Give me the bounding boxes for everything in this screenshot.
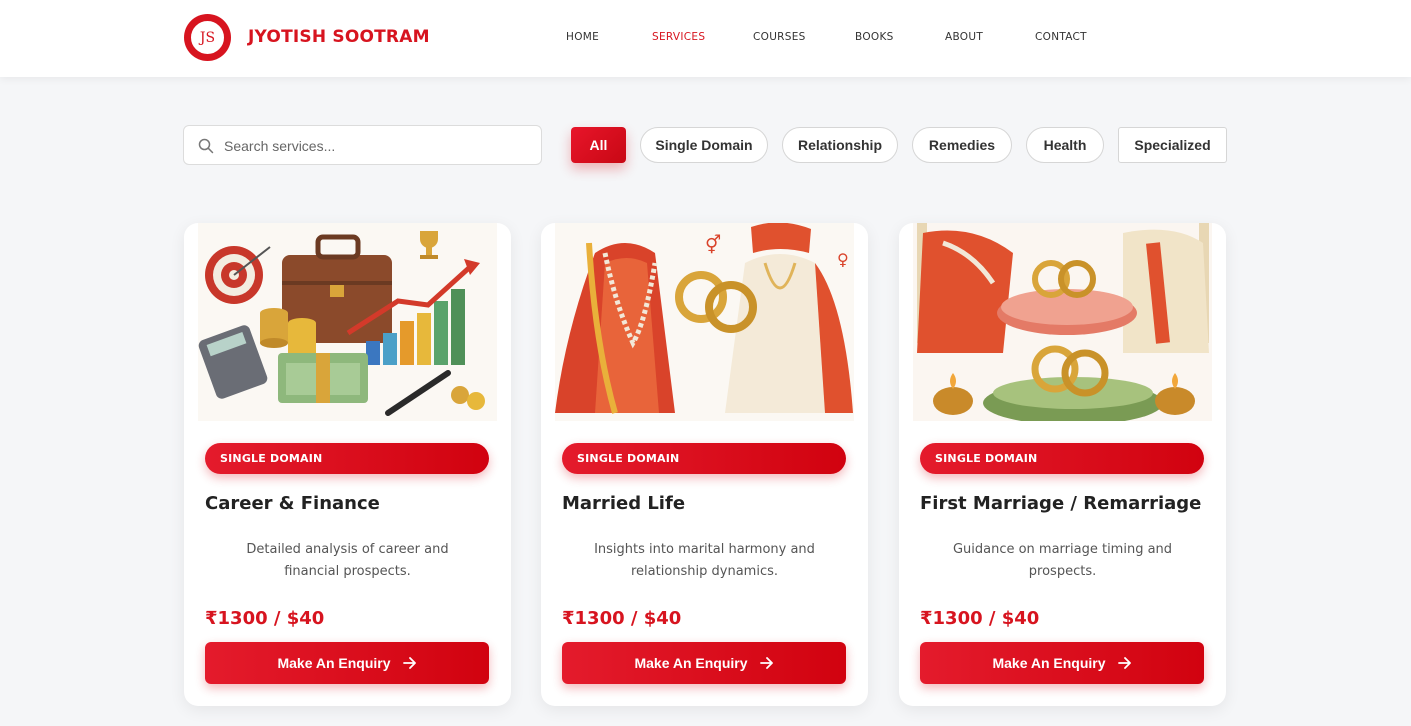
nav-books[interactable]: BOOKS bbox=[855, 31, 894, 43]
search-input[interactable] bbox=[224, 135, 524, 157]
arrow-right-icon bbox=[759, 657, 773, 669]
logo[interactable]: JS bbox=[184, 14, 231, 61]
card-description: Insights into marital harmony and relati… bbox=[594, 542, 815, 579]
brand-name[interactable]: JYOTISH SOOTRAM bbox=[248, 27, 430, 47]
svg-text:♀: ♀ bbox=[837, 250, 849, 269]
search-box[interactable] bbox=[183, 125, 542, 165]
card-price: ₹1300 / $40 bbox=[920, 608, 1040, 629]
card-title: First Marriage / Remarriage bbox=[920, 493, 1202, 514]
make-enquiry-button[interactable]: Make An Enquiry bbox=[205, 642, 489, 684]
search-icon bbox=[198, 138, 214, 154]
category-badge: SINGLE DOMAIN bbox=[205, 443, 489, 474]
nav-courses[interactable]: COURSES bbox=[753, 31, 806, 43]
card-price: ₹1300 / $40 bbox=[205, 608, 325, 629]
arrow-right-icon bbox=[402, 657, 416, 669]
button-label: Make An Enquiry bbox=[992, 655, 1106, 671]
marriage-illustration bbox=[913, 223, 1212, 421]
filter-relationship[interactable]: Relationship bbox=[782, 127, 898, 163]
make-enquiry-button[interactable]: Make An Enquiry bbox=[920, 642, 1204, 684]
card-title: Career & Finance bbox=[205, 493, 380, 514]
card-price: ₹1300 / $40 bbox=[562, 608, 682, 629]
filter-single-domain[interactable]: Single Domain bbox=[640, 127, 768, 163]
filter-all[interactable]: All bbox=[571, 127, 626, 163]
service-card: SINGLE DOMAIN Career & Finance Detailed … bbox=[184, 223, 511, 706]
site-header: JS JYOTISH SOOTRAM HOME SERVICES COURSES… bbox=[0, 0, 1411, 77]
filter-health[interactable]: Health bbox=[1026, 127, 1104, 163]
arrow-right-icon bbox=[1117, 657, 1131, 669]
filter-remedies[interactable]: Remedies bbox=[912, 127, 1012, 163]
button-label: Make An Enquiry bbox=[277, 655, 391, 671]
logo-monogram: JS bbox=[189, 19, 226, 56]
career-finance-illustration bbox=[198, 223, 497, 421]
nav-about[interactable]: ABOUT bbox=[945, 31, 983, 43]
make-enquiry-button[interactable]: Make An Enquiry bbox=[562, 642, 846, 684]
card-description: Guidance on marriage timing and prospect… bbox=[952, 542, 1173, 579]
category-badge: SINGLE DOMAIN bbox=[920, 443, 1204, 474]
card-title: Married Life bbox=[562, 493, 686, 514]
nav-contact[interactable]: CONTACT bbox=[1035, 31, 1087, 43]
category-badge: SINGLE DOMAIN bbox=[562, 443, 846, 474]
button-label: Make An Enquiry bbox=[634, 655, 748, 671]
card-description: Detailed analysis of career and financia… bbox=[246, 542, 449, 579]
married-life-illustration: ⚥ ♀ bbox=[555, 223, 854, 421]
filter-specialized[interactable]: Specialized bbox=[1118, 127, 1227, 163]
svg-text:⚥: ⚥ bbox=[705, 234, 721, 256]
nav-services[interactable]: SERVICES bbox=[652, 31, 705, 43]
nav-home[interactable]: HOME bbox=[566, 31, 599, 43]
service-card: SINGLE DOMAIN First Marriage / Remarriag… bbox=[899, 223, 1226, 706]
service-card: ⚥ ♀ SINGLE DOMAIN Married Life Insights … bbox=[541, 223, 868, 706]
